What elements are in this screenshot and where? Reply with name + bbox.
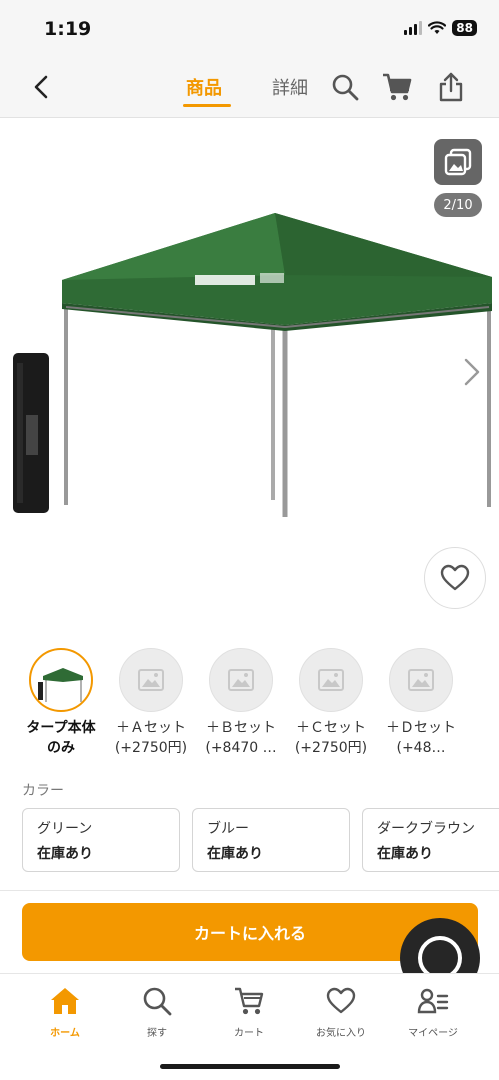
nav-label: ホーム bbox=[50, 1028, 80, 1039]
home-indicator bbox=[160, 1064, 340, 1069]
tab-detail[interactable]: 詳細 bbox=[272, 74, 308, 100]
cart-icon bbox=[235, 987, 264, 1015]
variant-option[interactable]: ＋Ｂセット (+8470 … bbox=[198, 648, 284, 758]
status-bar: 1:19 88 bbox=[0, 0, 499, 58]
active-tab-indicator bbox=[183, 104, 231, 107]
variant-label: ＋Ｃセット (+2750円) bbox=[294, 720, 368, 756]
heart-icon bbox=[440, 564, 470, 591]
next-image-button[interactable] bbox=[463, 357, 481, 391]
color-option-dark-brown[interactable]: ダークブラウン 在庫あり bbox=[362, 808, 499, 872]
variant-selector: タープ本体 のみ ＋Ａセット (+2750円) ＋Ｂセット (+8470 … ＋… bbox=[0, 648, 499, 763]
favorite-button[interactable] bbox=[424, 547, 486, 609]
profile-icon bbox=[417, 988, 449, 1014]
color-name: ダークブラウン bbox=[377, 821, 475, 837]
divider bbox=[0, 890, 499, 891]
tent-thumbnail-image bbox=[38, 668, 83, 702]
variant-option[interactable]: タープ本体 のみ bbox=[18, 648, 104, 758]
home-icon bbox=[51, 988, 79, 1014]
search-icon bbox=[143, 987, 172, 1016]
nav-home[interactable]: ホーム bbox=[20, 984, 110, 1039]
color-section-label: カラー bbox=[22, 783, 64, 799]
image-placeholder-icon bbox=[408, 669, 434, 691]
variant-label: ＋Ａセット (+2750円) bbox=[114, 720, 188, 756]
nav-label: マイページ bbox=[408, 1028, 458, 1039]
nav-favorites[interactable]: お気に入り bbox=[296, 984, 386, 1039]
color-name: グリーン bbox=[37, 821, 93, 837]
variant-option[interactable]: ＋Ａセット (+2750円) bbox=[108, 648, 194, 758]
product-image-carousel[interactable]: 2/10 bbox=[0, 125, 499, 645]
nav-cart[interactable]: カート bbox=[204, 984, 294, 1039]
back-button[interactable] bbox=[26, 72, 56, 102]
color-option-blue[interactable]: ブルー 在庫あり bbox=[192, 808, 350, 872]
chevron-right-icon bbox=[464, 358, 480, 386]
stock-status: 在庫あり bbox=[207, 846, 263, 862]
signal-icon bbox=[404, 21, 423, 35]
variant-thumbnail bbox=[389, 648, 453, 712]
heart-icon bbox=[326, 987, 356, 1014]
cart-icon bbox=[383, 73, 412, 101]
wifi-icon bbox=[428, 21, 447, 34]
product-image bbox=[13, 213, 492, 517]
cart-button[interactable] bbox=[380, 70, 414, 104]
variant-thumbnail bbox=[29, 648, 93, 712]
image-placeholder-icon bbox=[318, 669, 344, 691]
nav-search[interactable]: 探す bbox=[112, 984, 202, 1039]
search-icon bbox=[332, 74, 359, 101]
tab-product[interactable]: 商品 bbox=[186, 74, 222, 100]
header: 商品 詳細 bbox=[0, 58, 499, 118]
nav-label: カート bbox=[234, 1028, 264, 1039]
variant-label: ＋Ｄセット (+48… bbox=[386, 720, 456, 756]
stock-status: 在庫あり bbox=[37, 846, 93, 862]
bottom-navigation: ホーム 探す カート お気に入り マイページ bbox=[0, 973, 499, 1080]
status-time: 1:19 bbox=[44, 18, 92, 40]
share-icon bbox=[439, 72, 463, 102]
nav-mypage[interactable]: マイページ bbox=[388, 984, 478, 1039]
variant-label: ＋Ｂセット (+8470 … bbox=[205, 720, 277, 756]
gallery-button[interactable] bbox=[434, 139, 482, 185]
variant-option[interactable]: ＋Ｄセット (+48… bbox=[378, 648, 464, 758]
variant-label: タープ本体 のみ bbox=[26, 720, 96, 756]
image-placeholder-icon bbox=[138, 669, 164, 691]
variant-option[interactable]: ＋Ｃセット (+2750円) bbox=[288, 648, 374, 758]
stock-status: 在庫あり bbox=[377, 846, 433, 862]
image-placeholder-icon bbox=[228, 669, 254, 691]
chevron-left-icon bbox=[34, 75, 48, 99]
variant-thumbnail bbox=[119, 648, 183, 712]
color-option-green[interactable]: グリーン 在庫あり bbox=[22, 808, 180, 872]
nav-label: 探す bbox=[147, 1028, 167, 1039]
image-counter: 2/10 bbox=[434, 193, 482, 217]
variant-thumbnail bbox=[299, 648, 363, 712]
gallery-icon bbox=[444, 148, 472, 176]
variant-thumbnail bbox=[209, 648, 273, 712]
nav-label: お気に入り bbox=[316, 1028, 366, 1039]
color-name: ブルー bbox=[207, 821, 249, 837]
share-button[interactable] bbox=[434, 70, 468, 104]
status-icons: 88 bbox=[404, 20, 477, 36]
battery-indicator: 88 bbox=[452, 20, 477, 36]
search-button[interactable] bbox=[328, 70, 362, 104]
